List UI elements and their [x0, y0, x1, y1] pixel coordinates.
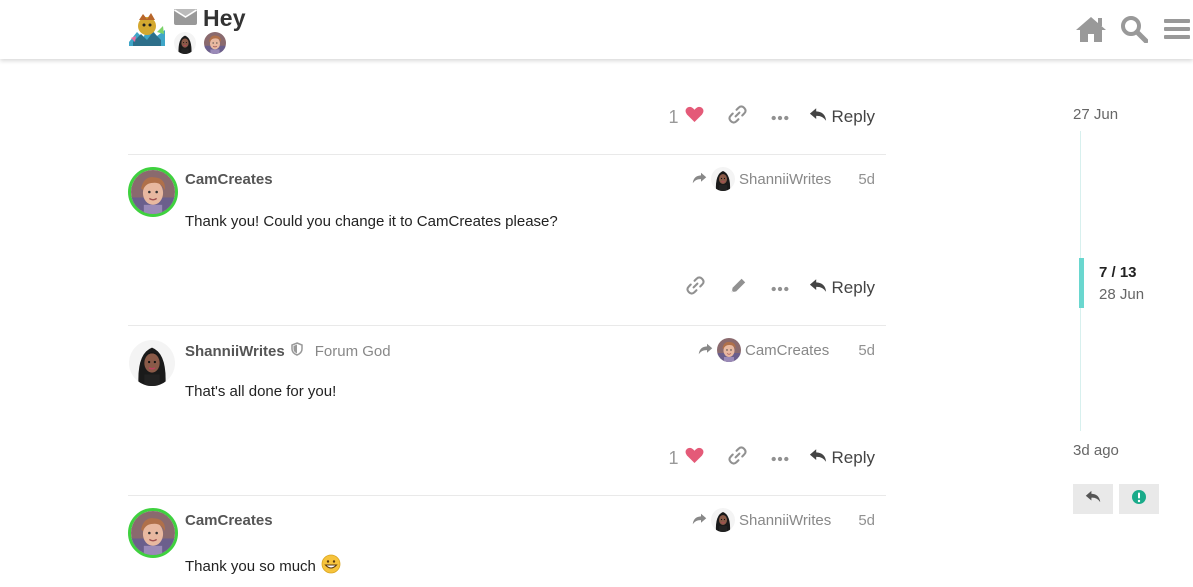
home-icon[interactable] — [1074, 14, 1107, 44]
reply-button[interactable]: Reply — [809, 107, 875, 127]
reply-icon — [809, 107, 827, 127]
link-icon — [728, 446, 747, 470]
heart-icon — [685, 106, 704, 128]
like-count[interactable]: 1 — [669, 448, 679, 469]
post-avatar[interactable] — [128, 167, 178, 217]
author-name[interactable]: CamCreates — [185, 171, 273, 188]
moderator-shield-icon — [291, 342, 303, 360]
more-options-button[interactable] — [771, 279, 789, 297]
hamburger-menu-icon[interactable] — [1160, 14, 1193, 44]
topic-title[interactable]: Hey — [174, 5, 246, 32]
post-divider — [128, 154, 886, 155]
more-options-button[interactable] — [771, 449, 789, 467]
post-author[interactable]: ShanniiWrites Forum God — [185, 342, 391, 360]
reply-icon — [1085, 490, 1101, 508]
reply-to-name: ShanniiWrites — [739, 511, 832, 529]
share-icon — [698, 342, 713, 359]
reply-icon — [809, 448, 827, 468]
search-icon[interactable] — [1117, 14, 1150, 44]
copy-link-button[interactable] — [686, 276, 705, 300]
reply-button[interactable]: Reply — [809, 278, 875, 298]
reply-to-indicator[interactable]: ShanniiWrites — [692, 508, 831, 532]
share-icon — [692, 171, 707, 188]
post-actions: 1 Reply — [669, 105, 875, 129]
post-divider — [128, 325, 886, 326]
reply-button[interactable]: Reply — [809, 448, 875, 468]
post-avatar[interactable] — [129, 340, 175, 386]
author-name[interactable]: ShanniiWrites — [185, 343, 285, 360]
site-header: Hey — [0, 0, 1193, 59]
reply-to-avatar — [717, 338, 741, 362]
post-body-text: Thank you so much — [185, 557, 316, 575]
like-count[interactable]: 1 — [669, 107, 679, 128]
more-options-button[interactable] — [771, 108, 789, 126]
post-date[interactable]: 5d — [858, 171, 875, 188]
participant-avatars — [174, 32, 226, 54]
timeline-scroller-handle[interactable] — [1079, 258, 1084, 308]
reply-label: Reply — [831, 278, 875, 297]
notification-level-button[interactable] — [1119, 484, 1159, 514]
reply-label: Reply — [831, 107, 875, 126]
timeline-position-date: 28 Jun — [1099, 286, 1145, 303]
reply-to-indicator[interactable]: ShanniiWrites — [692, 167, 831, 191]
reply-to-name: ShanniiWrites — [739, 170, 832, 188]
participant-avatar-shanniiwrites[interactable] — [174, 32, 196, 54]
post-body: Thank you! Could you change it to CamCre… — [185, 213, 558, 230]
reply-to-indicator[interactable]: CamCreates — [698, 338, 829, 362]
pencil-icon — [729, 277, 747, 300]
header-icons — [1074, 14, 1193, 44]
private-message-icon — [174, 7, 197, 30]
post-date[interactable]: 5d — [858, 342, 875, 359]
timeline-position: 7 / 13 — [1099, 264, 1137, 281]
topic-title-text[interactable]: Hey — [203, 5, 246, 32]
post-body: Thank you so much — [185, 554, 341, 578]
site-logo[interactable] — [127, 12, 167, 48]
link-icon — [686, 276, 705, 300]
post-actions: Reply — [686, 276, 875, 300]
reply-to-avatar — [711, 508, 735, 532]
participant-avatar-camcreates[interactable] — [204, 32, 226, 54]
post-body: That's all done for you! — [185, 383, 337, 400]
heart-icon — [685, 447, 704, 469]
reply-to-name: CamCreates — [745, 341, 830, 359]
ellipsis-icon — [771, 279, 789, 297]
post-author[interactable]: CamCreates — [185, 171, 273, 188]
reply-to-avatar — [711, 167, 735, 191]
timeline-reply-button[interactable] — [1073, 484, 1113, 514]
edit-button[interactable] — [729, 277, 747, 300]
copy-link-button[interactable] — [728, 105, 747, 129]
ellipsis-icon — [771, 449, 789, 467]
like-button[interactable]: 1 — [669, 106, 704, 128]
post-avatar[interactable] — [128, 508, 178, 558]
share-icon — [692, 512, 707, 529]
timeline-start-date[interactable]: 27 Jun — [1073, 106, 1118, 123]
author-name[interactable]: CamCreates — [185, 512, 273, 529]
notification-alert-icon — [1131, 489, 1147, 510]
post-actions: 1 Reply — [669, 446, 875, 470]
like-button[interactable]: 1 — [669, 447, 704, 469]
timeline-end-date[interactable]: 3d ago — [1073, 442, 1119, 459]
link-icon — [728, 105, 747, 129]
copy-link-button[interactable] — [728, 446, 747, 470]
grinning-emoji-icon — [321, 554, 341, 578]
ellipsis-icon — [771, 108, 789, 126]
post-divider — [128, 495, 886, 496]
post-date[interactable]: 5d — [858, 512, 875, 529]
user-title: Forum God — [314, 342, 391, 360]
reply-label: Reply — [831, 448, 875, 467]
post-author[interactable]: CamCreates — [185, 512, 273, 529]
reply-icon — [809, 278, 827, 298]
